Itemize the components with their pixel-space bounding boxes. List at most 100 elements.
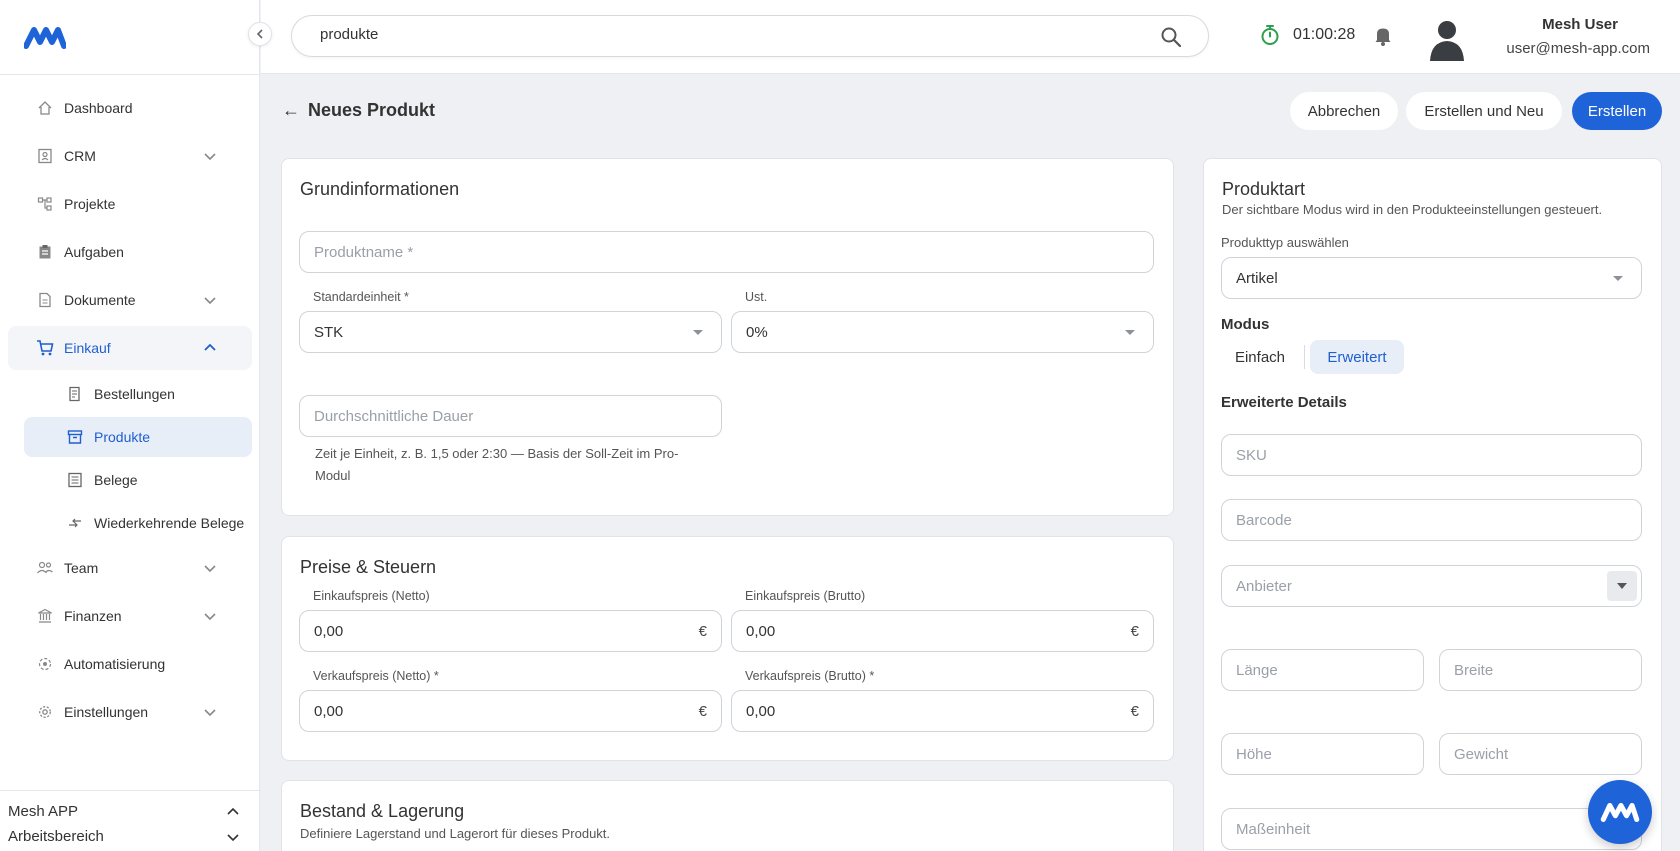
card-title: Preise & Steuern (300, 557, 437, 577)
list-doc-icon (66, 471, 84, 489)
advanced-details-label: Erweiterte Details (1221, 394, 1347, 411)
duration-help-line-2: Modul (315, 468, 351, 483)
sidebar-item-dashboard[interactable]: Dashboard (8, 86, 252, 130)
gear-icon (36, 703, 54, 721)
back-arrow-icon[interactable]: ← (282, 100, 300, 121)
unit-of-measure-field[interactable]: Maßeinheit (1221, 808, 1642, 850)
height-placeholder: Höhe (1236, 746, 1272, 763)
workspace-area-row[interactable]: Arbeitsbereich (8, 828, 248, 845)
chevron-left-icon (256, 29, 263, 39)
length-placeholder: Länge (1236, 662, 1278, 679)
create-button[interactable]: Erstellen (1572, 92, 1662, 130)
sales-net-input[interactable]: 0,00 € (299, 690, 722, 732)
sidebar-item-label: Belege (94, 472, 138, 488)
search-box[interactable] (291, 15, 1209, 57)
sales-gross-input[interactable]: 0,00 € (731, 690, 1154, 732)
chevron-down-icon[interactable] (202, 560, 218, 576)
sidebar-nav: Dashboard CRM Projekte Aufgaben Dokument… (8, 86, 252, 738)
time-tracker[interactable]: 01:00:28 (1259, 24, 1355, 46)
purchase-net-input[interactable]: 0,00 € (299, 610, 722, 652)
sku-field[interactable]: SKU (1221, 434, 1642, 476)
workspace-switcher: Mesh APP Arbeitsbereich (0, 790, 260, 851)
sidebar-item-label: Projekte (64, 196, 116, 212)
purchase-gross-input[interactable]: 0,00 € (731, 610, 1154, 652)
archive-box-icon (66, 428, 84, 446)
duration-field[interactable]: Durchschnittliche Dauer (299, 395, 722, 437)
sidebar-item-aufgaben[interactable]: Aufgaben (8, 230, 252, 274)
purchase-gross-value: 0,00 (746, 623, 776, 640)
sidebar-subitem-produkte[interactable]: Produkte (24, 417, 252, 457)
vendor-select[interactable]: Anbieter (1221, 565, 1642, 607)
barcode-placeholder: Barcode (1236, 512, 1292, 529)
product-name-field[interactable]: Produktname * (299, 231, 1154, 273)
sidebar-item-crm[interactable]: CRM (8, 134, 252, 178)
search-input[interactable] (320, 26, 1120, 43)
sidebar-item-automatisierung[interactable]: Automatisierung (8, 642, 252, 686)
sidebar-item-projekte[interactable]: Projekte (8, 182, 252, 226)
card-title: Bestand & Lagerung (300, 801, 465, 821)
sidebar-item-team[interactable]: Team (8, 546, 252, 590)
sidebar-collapse-button[interactable] (248, 22, 272, 46)
height-field[interactable]: Höhe (1221, 733, 1424, 775)
dropdown-caret-icon (1613, 276, 1623, 281)
sidebar-subitem-wiederkehrende[interactable]: Wiederkehrende Belege (24, 503, 252, 543)
unit-value: STK (314, 324, 344, 341)
workspace-area-name: Arbeitsbereich (8, 828, 104, 845)
unit-label: Standardeinheit * (313, 290, 409, 304)
vat-select[interactable]: 0% (731, 311, 1154, 353)
mode-advanced-button[interactable]: Erweitert (1310, 340, 1404, 374)
sidebar: Dashboard CRM Projekte Aufgaben Dokument… (0, 0, 260, 851)
search-icon[interactable] (1160, 26, 1182, 48)
sales-net-label: Verkaufspreis (Netto) * (313, 669, 439, 683)
sidebar-item-dokumente[interactable]: Dokumente (8, 278, 252, 322)
sidebar-item-label: Finanzen (64, 608, 122, 624)
product-type-select[interactable]: Artikel (1221, 257, 1642, 299)
chevron-down-icon[interactable] (202, 608, 218, 624)
sidebar-item-einstellungen[interactable]: Einstellungen (8, 690, 252, 734)
duration-placeholder: Durchschnittliche Dauer (314, 408, 474, 425)
sidebar-item-einkauf[interactable]: Einkauf (8, 326, 252, 370)
sidebar-subitem-bestellungen[interactable]: Bestellungen (24, 374, 252, 414)
sidebar-item-label: Dashboard (64, 100, 133, 116)
barcode-field[interactable]: Barcode (1221, 499, 1642, 541)
dropdown-toggle-icon[interactable] (1607, 571, 1637, 601)
unit-select[interactable]: STK (299, 311, 722, 353)
dropdown-caret-icon (1125, 330, 1135, 335)
sidebar-item-label: Einkauf (64, 340, 111, 356)
sidebar-item-label: CRM (64, 148, 96, 164)
mesh-logo-icon[interactable] (24, 24, 66, 52)
vendor-placeholder: Anbieter (1236, 578, 1292, 595)
create-and-new-button[interactable]: Erstellen und Neu (1406, 92, 1562, 130)
sidebar-item-finanzen[interactable]: Finanzen (8, 594, 252, 638)
width-field[interactable]: Breite (1439, 649, 1642, 691)
currency-symbol: € (1130, 703, 1139, 720)
chevron-up-icon[interactable] (202, 340, 218, 356)
currency-symbol: € (698, 623, 707, 640)
mesh-assistant-button[interactable] (1588, 780, 1652, 844)
weight-field[interactable]: Gewicht (1439, 733, 1642, 775)
length-field[interactable]: Länge (1221, 649, 1424, 691)
cancel-button[interactable]: Abbrechen (1290, 92, 1398, 130)
card-bestand-lagerung: Bestand & Lagerung Definiere Lagerstand … (281, 780, 1174, 851)
sidebar-subitem-belege[interactable]: Belege (24, 460, 252, 500)
card-title: Grundinformationen (300, 179, 460, 199)
page-header: ← Neues Produkt (282, 100, 435, 121)
bell-icon[interactable] (1373, 25, 1393, 47)
chevron-down-icon[interactable] (202, 292, 218, 308)
stopwatch-icon (1261, 25, 1279, 45)
avatar[interactable] (1427, 17, 1467, 61)
workspace-app-row[interactable]: Mesh APP (8, 803, 248, 820)
chevron-up-icon[interactable] (226, 805, 240, 819)
mesh-logo-icon (1600, 802, 1640, 822)
chevron-down-icon[interactable] (202, 704, 218, 720)
sidebar-divider (0, 74, 260, 75)
sidebar-item-label: Dokumente (64, 292, 136, 308)
recurring-arrows-icon (66, 514, 84, 532)
mode-simple-button[interactable]: Einfach (1221, 340, 1299, 374)
chevron-down-icon[interactable] (202, 148, 218, 164)
workspace-app-name: Mesh APP (8, 803, 79, 820)
currency-symbol: € (698, 703, 707, 720)
product-name-placeholder: Produktname * (314, 244, 414, 261)
dropdown-caret-icon (693, 330, 703, 335)
chevron-down-icon[interactable] (226, 830, 240, 844)
